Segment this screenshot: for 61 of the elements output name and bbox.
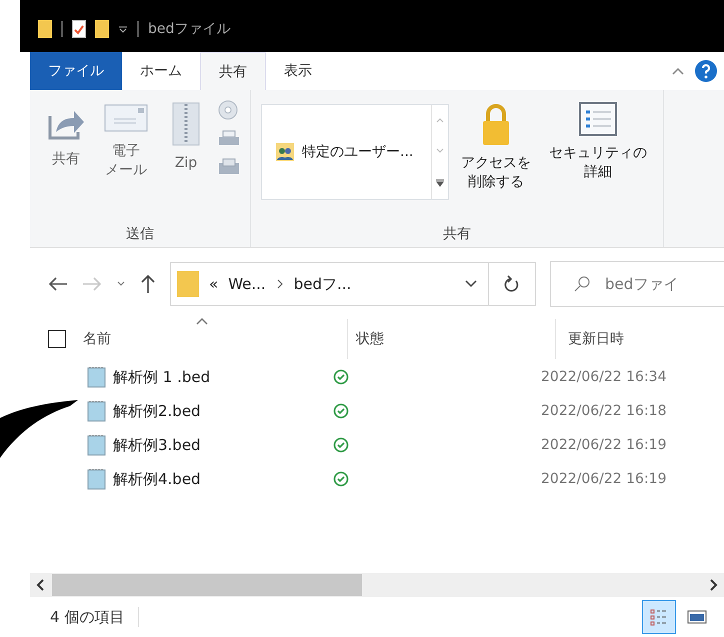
breadcrumb[interactable]: bedフ... [294,274,352,294]
ribbon-button[interactable]: アクセスを 削除する [455,98,537,196]
help-icon[interactable] [694,59,718,83]
chevron-icon[interactable] [276,279,284,289]
ribbon-button[interactable]: セキュリティの 詳細 [543,98,653,186]
printer-icon[interactable] [218,130,240,148]
ribbon-button[interactable]: Zip [160,98,212,177]
modified-date: 2022/06/22 16:18 [541,403,666,419]
file-name[interactable]: 解析例2.bed [113,402,333,420]
breadcrumb-overflow[interactable]: « [209,275,218,293]
dropdown-icon[interactable] [464,279,478,289]
column-header[interactable]: 状態 [348,319,556,359]
scroll-left-icon[interactable] [36,579,46,591]
ribbon-tab[interactable]: 表示 [266,52,330,90]
users-icon [276,143,294,161]
file-name[interactable]: 解析例4.bed [113,470,333,488]
refresh-icon [504,275,520,293]
padlock-icon [481,102,511,146]
modified-date: 2022/06/22 16:34 [541,369,666,385]
scroll-right-icon[interactable] [708,579,718,591]
text-file-icon [87,366,107,388]
large-icons-view-icon [687,609,707,625]
file-name[interactable]: 解析例 1 .bed [113,368,333,386]
search-icon [573,275,591,293]
horizontal-scrollbar[interactable] [30,573,724,597]
ribbon-button[interactable]: 共有 [40,98,92,173]
column-header[interactable]: 更新日時 [556,319,724,359]
properties-icon[interactable] [72,20,86,38]
column-header[interactable]: 名前 [78,319,348,359]
fax-icon[interactable] [218,158,240,176]
item-count: 4 個の項目 [50,608,124,626]
checklist-icon [579,102,617,136]
view-button[interactable] [642,600,676,634]
ribbon-tab[interactable]: ホーム [122,52,200,90]
file-name[interactable]: 解析例3.bed [113,436,333,454]
group-label: 共有 [442,225,472,243]
up-icon[interactable] [140,274,156,294]
window-title: bedファイル [148,20,230,38]
text-file-icon [87,468,107,490]
ribbon-button[interactable]: 電子 メール [98,98,154,184]
share-list-item[interactable]: 特定のユーザー... [302,143,414,161]
folder-icon [177,271,199,297]
text-file-icon [87,400,107,422]
group-label: 送信 [125,225,155,243]
dropdown-icon[interactable] [118,24,128,34]
back-icon[interactable] [48,276,68,292]
expand-icon[interactable] [435,178,445,187]
select-all-checkbox[interactable] [48,330,66,348]
breadcrumb[interactable]: We... [228,275,266,293]
collapse-ribbon-icon[interactable] [672,67,684,75]
ribbon-tab[interactable]: ファイル [30,52,122,90]
scrollbar-thumb[interactable] [52,574,362,596]
zip-icon [172,102,200,146]
recent-locations-icon[interactable] [116,280,126,288]
address-bar[interactable]: « We... bedフ... [170,262,536,306]
ribbon-tab[interactable]: 共有 [200,52,266,90]
modified-date: 2022/06/22 16:19 [541,471,666,487]
share-with-list[interactable]: 特定のユーザー... [261,104,449,200]
text-file-icon [87,434,107,456]
envelope-icon [104,102,148,134]
modified-date: 2022/06/22 16:19 [541,437,666,453]
